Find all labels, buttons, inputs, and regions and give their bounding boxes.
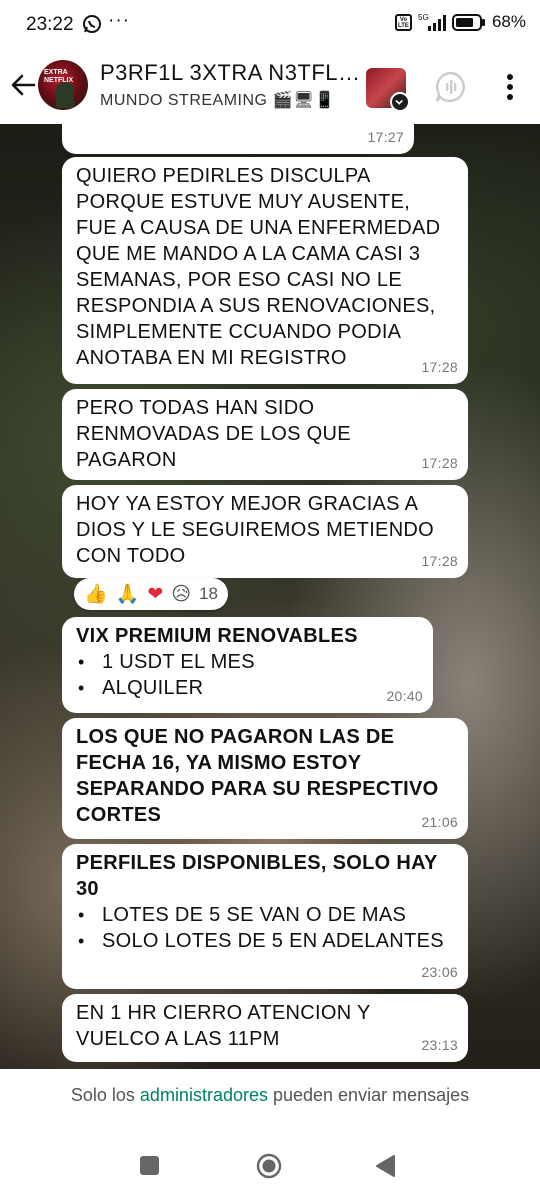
message-text: VIX PREMIUM RENOVABLES <box>76 625 358 647</box>
message-time: 17:28 <box>421 553 458 569</box>
message-bubble[interactable]: QUIERO PEDIRLES DISCULPA PORQUE ESTUVE M… <box>62 157 468 384</box>
message-bubble[interactable]: PERO TODAS HAN SIDO RENMOVADAS DE LOS QU… <box>62 389 468 480</box>
message-bullet-list: LOTES DE 5 SE VAN O DE MAS SOLO LOTES DE… <box>62 902 468 954</box>
thumbs-up-reaction-icon: 👍 <box>84 583 108 605</box>
battery-icon <box>451 13 485 31</box>
notification-dots: ··· <box>108 10 130 31</box>
message-text: HOY YA ESTOY MEJOR GRACIAS A DIOS Y LE S… <box>76 493 435 567</box>
admin-only-notice: Solo los administradores pueden enviar m… <box>70 1085 470 1105</box>
home-button[interactable] <box>256 1153 282 1179</box>
chat-area[interactable]: 17:27 QUIERO PEDIRLES DISCULPA PORQUE ES… <box>0 124 540 1069</box>
message-bubble[interactable]: LOS QUE NO PAGARON LAS DE FECHA 16, YA M… <box>62 718 468 839</box>
message-text: LOS QUE NO PAGARON LAS DE FECHA 16, YA M… <box>76 726 439 826</box>
network-type: 5G <box>418 13 429 22</box>
chat-header[interactable]: EXTRA NETFLIX P3RF1L 3XTRA N3TFL… MUNDO … <box>0 50 540 124</box>
whatsapp-icon <box>83 15 101 33</box>
more-options-icon[interactable] <box>500 72 520 102</box>
pray-reaction-icon: 🙏 <box>115 583 140 605</box>
volte-icon: Vo LTE <box>394 13 412 31</box>
status-indicators: Vo LTE 5G 68% <box>394 12 526 32</box>
message-time: 23:13 <box>421 1037 458 1053</box>
back-arrow-icon[interactable] <box>10 72 36 98</box>
message-time: 23:06 <box>421 964 458 980</box>
signal-icon: 5G <box>418 13 446 31</box>
group-subtitle[interactable]: MUNDO STREAMING 🎬🖥📱 <box>100 90 336 110</box>
chevron-down-icon <box>390 92 410 112</box>
message-bubble[interactable]: PERFILES DISPONIBLES, SOLO HAY 30 LOTES … <box>62 844 468 989</box>
status-bar: 23:22 ··· Vo LTE 5G 68% <box>0 0 540 50</box>
message-time: 17:28 <box>421 455 458 471</box>
reaction-count: 18 <box>199 584 218 603</box>
message-text: PERFILES DISPONIBLES, SOLO HAY 30 <box>76 852 438 900</box>
message-bubble[interactable]: VIX PREMIUM RENOVABLES 1 USDT EL MES ALQ… <box>62 617 433 713</box>
administrators-link[interactable]: administradores <box>140 1085 268 1105</box>
nav-back-button[interactable] <box>374 1154 396 1178</box>
message-time: 17:28 <box>421 359 458 375</box>
heart-reaction-icon: ❤ <box>147 583 164 605</box>
message-bubble[interactable]: EN 1 HR CIERRO ATENCION Y VUELCO A LAS 1… <box>62 994 468 1062</box>
message-text: PERO TODAS HAN SIDO RENMOVADAS DE LOS QU… <box>76 397 351 471</box>
recent-apps-button[interactable] <box>140 1156 159 1175</box>
voice-chat-icon[interactable] <box>434 70 468 104</box>
group-title[interactable]: P3RF1L 3XTRA N3TFL… <box>100 60 361 86</box>
status-time: 23:22 <box>26 14 74 35</box>
community-avatar[interactable] <box>366 68 410 112</box>
read-only-footer: Solo los administradores pueden enviar m… <box>0 1069 540 1129</box>
message-bullet-list: 1 USDT EL MES ALQUILER <box>62 649 433 701</box>
bullet-item: ALQUILER <box>78 675 419 701</box>
system-nav-bar <box>0 1129 540 1200</box>
subtitle-emoji-icons: 🎬🖥📱 <box>272 92 336 109</box>
bullet-item: 1 USDT EL MES <box>78 649 419 675</box>
bullet-item: LOTES DE 5 SE VAN O DE MAS <box>78 902 454 928</box>
message-text: QUIERO PEDIRLES DISCULPA PORQUE ESTUVE M… <box>76 165 441 369</box>
message-reactions[interactable]: 👍 🙏 ❤ 😥 18 <box>74 578 228 610</box>
message-time: 20:40 <box>386 688 423 704</box>
message-time: 21:06 <box>421 814 458 830</box>
message-time: 17:27 <box>367 129 404 145</box>
battery-percent: 68% <box>491 12 526 31</box>
message-bubble[interactable]: 17:27 <box>62 124 414 154</box>
group-subtitle-text: MUNDO STREAMING <box>100 92 268 109</box>
bullet-item: SOLO LOTES DE 5 EN ADELANTES <box>78 928 454 954</box>
message-text: EN 1 HR CIERRO ATENCION Y VUELCO A LAS 1… <box>76 1002 371 1050</box>
group-avatar[interactable]: EXTRA NETFLIX <box>38 60 88 110</box>
sad-reaction-icon: 😥 <box>171 583 192 605</box>
message-bubble[interactable]: HOY YA ESTOY MEJOR GRACIAS A DIOS Y LE S… <box>62 485 468 578</box>
